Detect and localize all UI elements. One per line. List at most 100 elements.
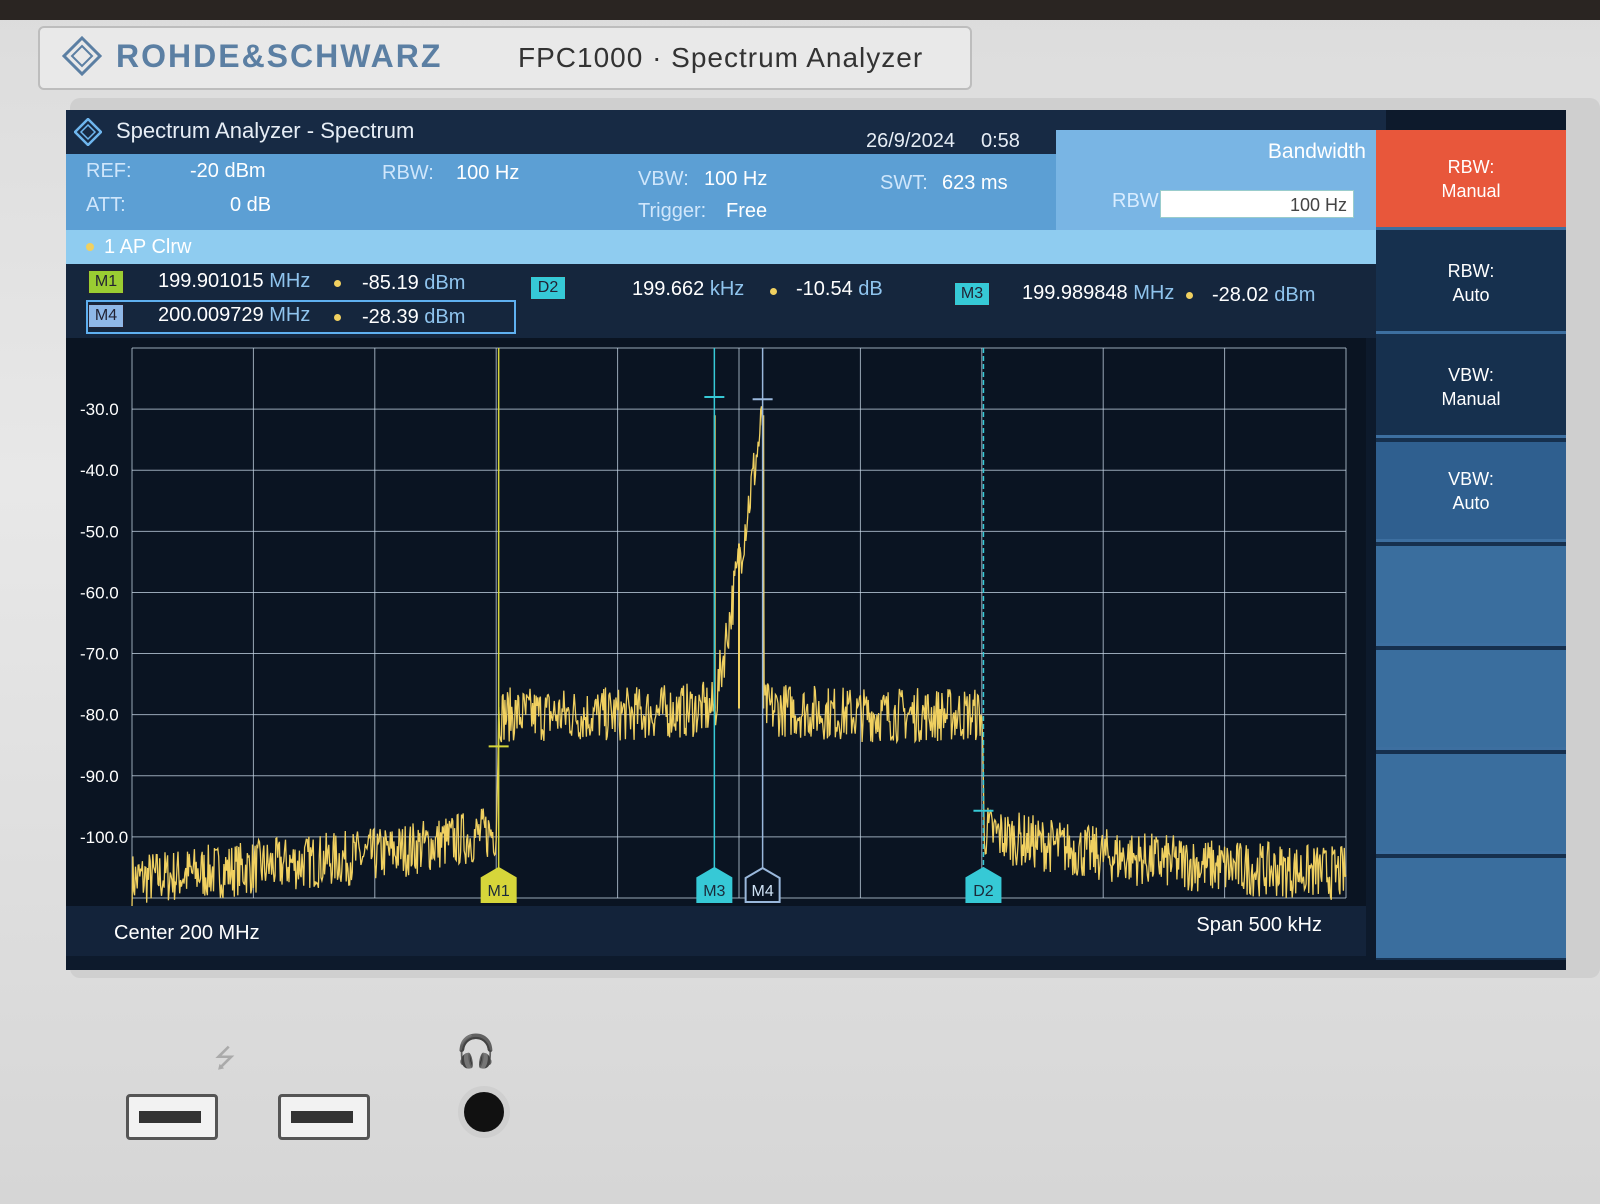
usb-port-2[interactable]	[278, 1094, 370, 1140]
att-label: ATT:	[86, 194, 126, 216]
att-value: 0 dB	[230, 194, 272, 216]
m3-level-readout: -28.02 dBm	[1212, 284, 1315, 307]
marker-flag-label-d2: D2	[973, 883, 994, 900]
rohde-schwarz-logo-icon	[62, 36, 102, 76]
rbw-value: 100 Hz	[456, 162, 520, 184]
m4-level-unit: dBm	[424, 306, 466, 328]
app-logo-icon	[74, 118, 102, 146]
m1-level-unit: dBm	[424, 272, 466, 294]
marker-tag-m4[interactable]: M4	[88, 304, 124, 328]
m3-level: -28.02	[1212, 284, 1269, 306]
spectrum-plot[interactable]: -30.0 -40.0 -50.0 -60.0 -70.0 -80.0 -90.0 -100.…	[66, 338, 1366, 908]
rbw-input-label: RBW	[1112, 190, 1159, 212]
usb-port-1-slot	[139, 1111, 201, 1123]
softkey-3-line1: VBW:	[1448, 364, 1494, 385]
marker-flag-label-m3: M3	[703, 883, 725, 900]
m1-readout: 199.901015 MHz	[158, 270, 310, 293]
settings-panel[interactable]: REF: -20 dBm ATT: 0 dB RBW: 100 Hz VBW: …	[66, 154, 1056, 230]
y-tick-label: -90.0	[80, 767, 119, 786]
m3-freq: 199.989848	[1022, 282, 1128, 304]
marker-table: M1 199.901015 MHz -85.19 dBm M4 200.0097…	[66, 264, 1386, 338]
y-tick-label: -30.0	[80, 400, 119, 419]
trace-dot-icon	[86, 243, 94, 251]
swt-value: 623 ms	[942, 172, 1008, 194]
brand-plate: ROHDE&SCHWARZ FPC1000 · Spectrum Analyze…	[38, 26, 972, 90]
background-top	[0, 0, 1600, 20]
trace-bar[interactable]: 1 AP Clrw	[66, 230, 1386, 264]
headphone-icon: 🎧	[456, 1033, 496, 1069]
graph-footer: Center 200 MHz Span 500 kHz	[66, 906, 1366, 956]
softkey-blank-8[interactable]	[1376, 858, 1566, 958]
d2-level-unit: dB	[858, 278, 883, 300]
marker-flag-label-m1: M1	[488, 883, 510, 900]
softkey-vbw-manual[interactable]: VBW: Manual	[1376, 338, 1566, 438]
span-value: Span 500 kHz	[1196, 914, 1322, 936]
spectrum-graph[interactable]: -30.0 -40.0 -50.0 -60.0 -70.0 -80.0 -90.0 -100.…	[66, 338, 1366, 938]
usb-port-2-slot	[291, 1111, 353, 1123]
trigger-value: Free	[726, 200, 768, 222]
analyzer-screen: Spectrum Analyzer - Spectrum 26/9/2024 0:…	[66, 110, 1566, 970]
m1-freq: 199.901015	[158, 270, 264, 292]
marker-tag-m1[interactable]: M1	[88, 270, 124, 294]
datetime: 26/9/2024 0:58	[866, 130, 1046, 153]
brand-name: ROHDE&SCHWARZ	[116, 38, 443, 74]
model-name: FPC1000 · Spectrum Analyzer	[518, 42, 924, 73]
m1-level-readout: -85.19 dBm	[362, 272, 465, 295]
center-frequency: Center 200 MHz	[114, 922, 260, 944]
d2-freq-unit: kHz	[709, 278, 745, 300]
m3-dot-icon	[1186, 292, 1193, 299]
marker-flag-label-m4: M4	[752, 883, 774, 900]
marker-tag-d2[interactable]: D2	[530, 276, 566, 300]
softkey-4-line1: VBW:	[1448, 468, 1494, 489]
marker-tag-m3[interactable]: M3	[954, 282, 990, 306]
y-tick-label: -40.0	[80, 461, 119, 480]
trace-label: 1 AP Clrw	[104, 236, 192, 258]
m1-freq-unit: MHz	[269, 270, 311, 292]
softkey-1-line1: RBW:	[1447, 156, 1495, 177]
m3-freq-unit: MHz	[1133, 282, 1175, 304]
softkey-rbw-auto[interactable]: RBW: Auto	[1376, 234, 1566, 334]
y-tick-label: -70.0	[80, 645, 119, 664]
d2-level-readout: -10.54 dB	[796, 278, 883, 301]
m4-freq-unit: MHz	[269, 304, 311, 326]
y-tick-label: -100.0	[80, 828, 128, 847]
d2-level: -10.54	[796, 278, 853, 300]
bandwidth-panel: Bandwidth RBW 100 Hz	[1056, 130, 1386, 230]
softkey-1-line2: Manual	[1441, 180, 1501, 201]
d2-freq: 199.662	[632, 278, 705, 300]
d2-dot-icon	[770, 288, 777, 295]
softkey-vbw-auto[interactable]: VBW: Auto	[1376, 442, 1566, 542]
softkey-4-line2: Auto	[1452, 492, 1490, 513]
usb-port-1[interactable]	[126, 1094, 218, 1140]
softkey-panel: RBW: Manual RBW: Auto VBW: Manual VBW: Auto	[1376, 130, 1566, 960]
bandwidth-title: Bandwidth	[1267, 140, 1366, 163]
m4-level: -28.39	[362, 306, 419, 328]
m4-level-readout: -28.39 dBm	[362, 306, 465, 329]
ref-value: -20 dBm	[190, 160, 266, 182]
d2-readout: 199.662 kHz	[632, 278, 744, 301]
y-tick-label: -80.0	[80, 706, 119, 725]
vbw-value: 100 Hz	[704, 168, 768, 190]
softkey-rbw-manual[interactable]: RBW: Manual	[1376, 130, 1566, 230]
m3-readout: 199.989848 MHz	[1022, 282, 1174, 305]
date: 26/9/2024	[866, 130, 955, 152]
trigger-label: Trigger:	[638, 200, 707, 222]
m1-level: -85.19	[362, 272, 419, 294]
m1-dot-icon	[334, 280, 341, 287]
rbw-label: RBW:	[382, 162, 434, 184]
m4-readout: 200.009729 MHz	[158, 304, 310, 327]
softkey-blank-5[interactable]	[1376, 546, 1566, 646]
rbw-input[interactable]: 100 Hz	[1160, 190, 1354, 218]
softkey-3-line2: Manual	[1441, 388, 1501, 409]
softkey-blank-6[interactable]	[1376, 650, 1566, 750]
headphone-jack[interactable]	[458, 1086, 510, 1138]
softkey-blank-7[interactable]	[1376, 754, 1566, 854]
softkey-2-line2: Auto	[1452, 284, 1490, 305]
m4-dot-icon	[334, 314, 341, 321]
analyzer-device: ROHDE&SCHWARZ FPC1000 · Spectrum Analyze…	[0, 0, 1600, 1204]
time: 0:58	[980, 130, 1020, 152]
y-tick-label: -50.0	[80, 522, 119, 541]
app-title: Spectrum Analyzer - Spectrum	[116, 118, 415, 143]
m3-level-unit: dBm	[1274, 284, 1316, 306]
swt-label: SWT:	[880, 172, 928, 194]
